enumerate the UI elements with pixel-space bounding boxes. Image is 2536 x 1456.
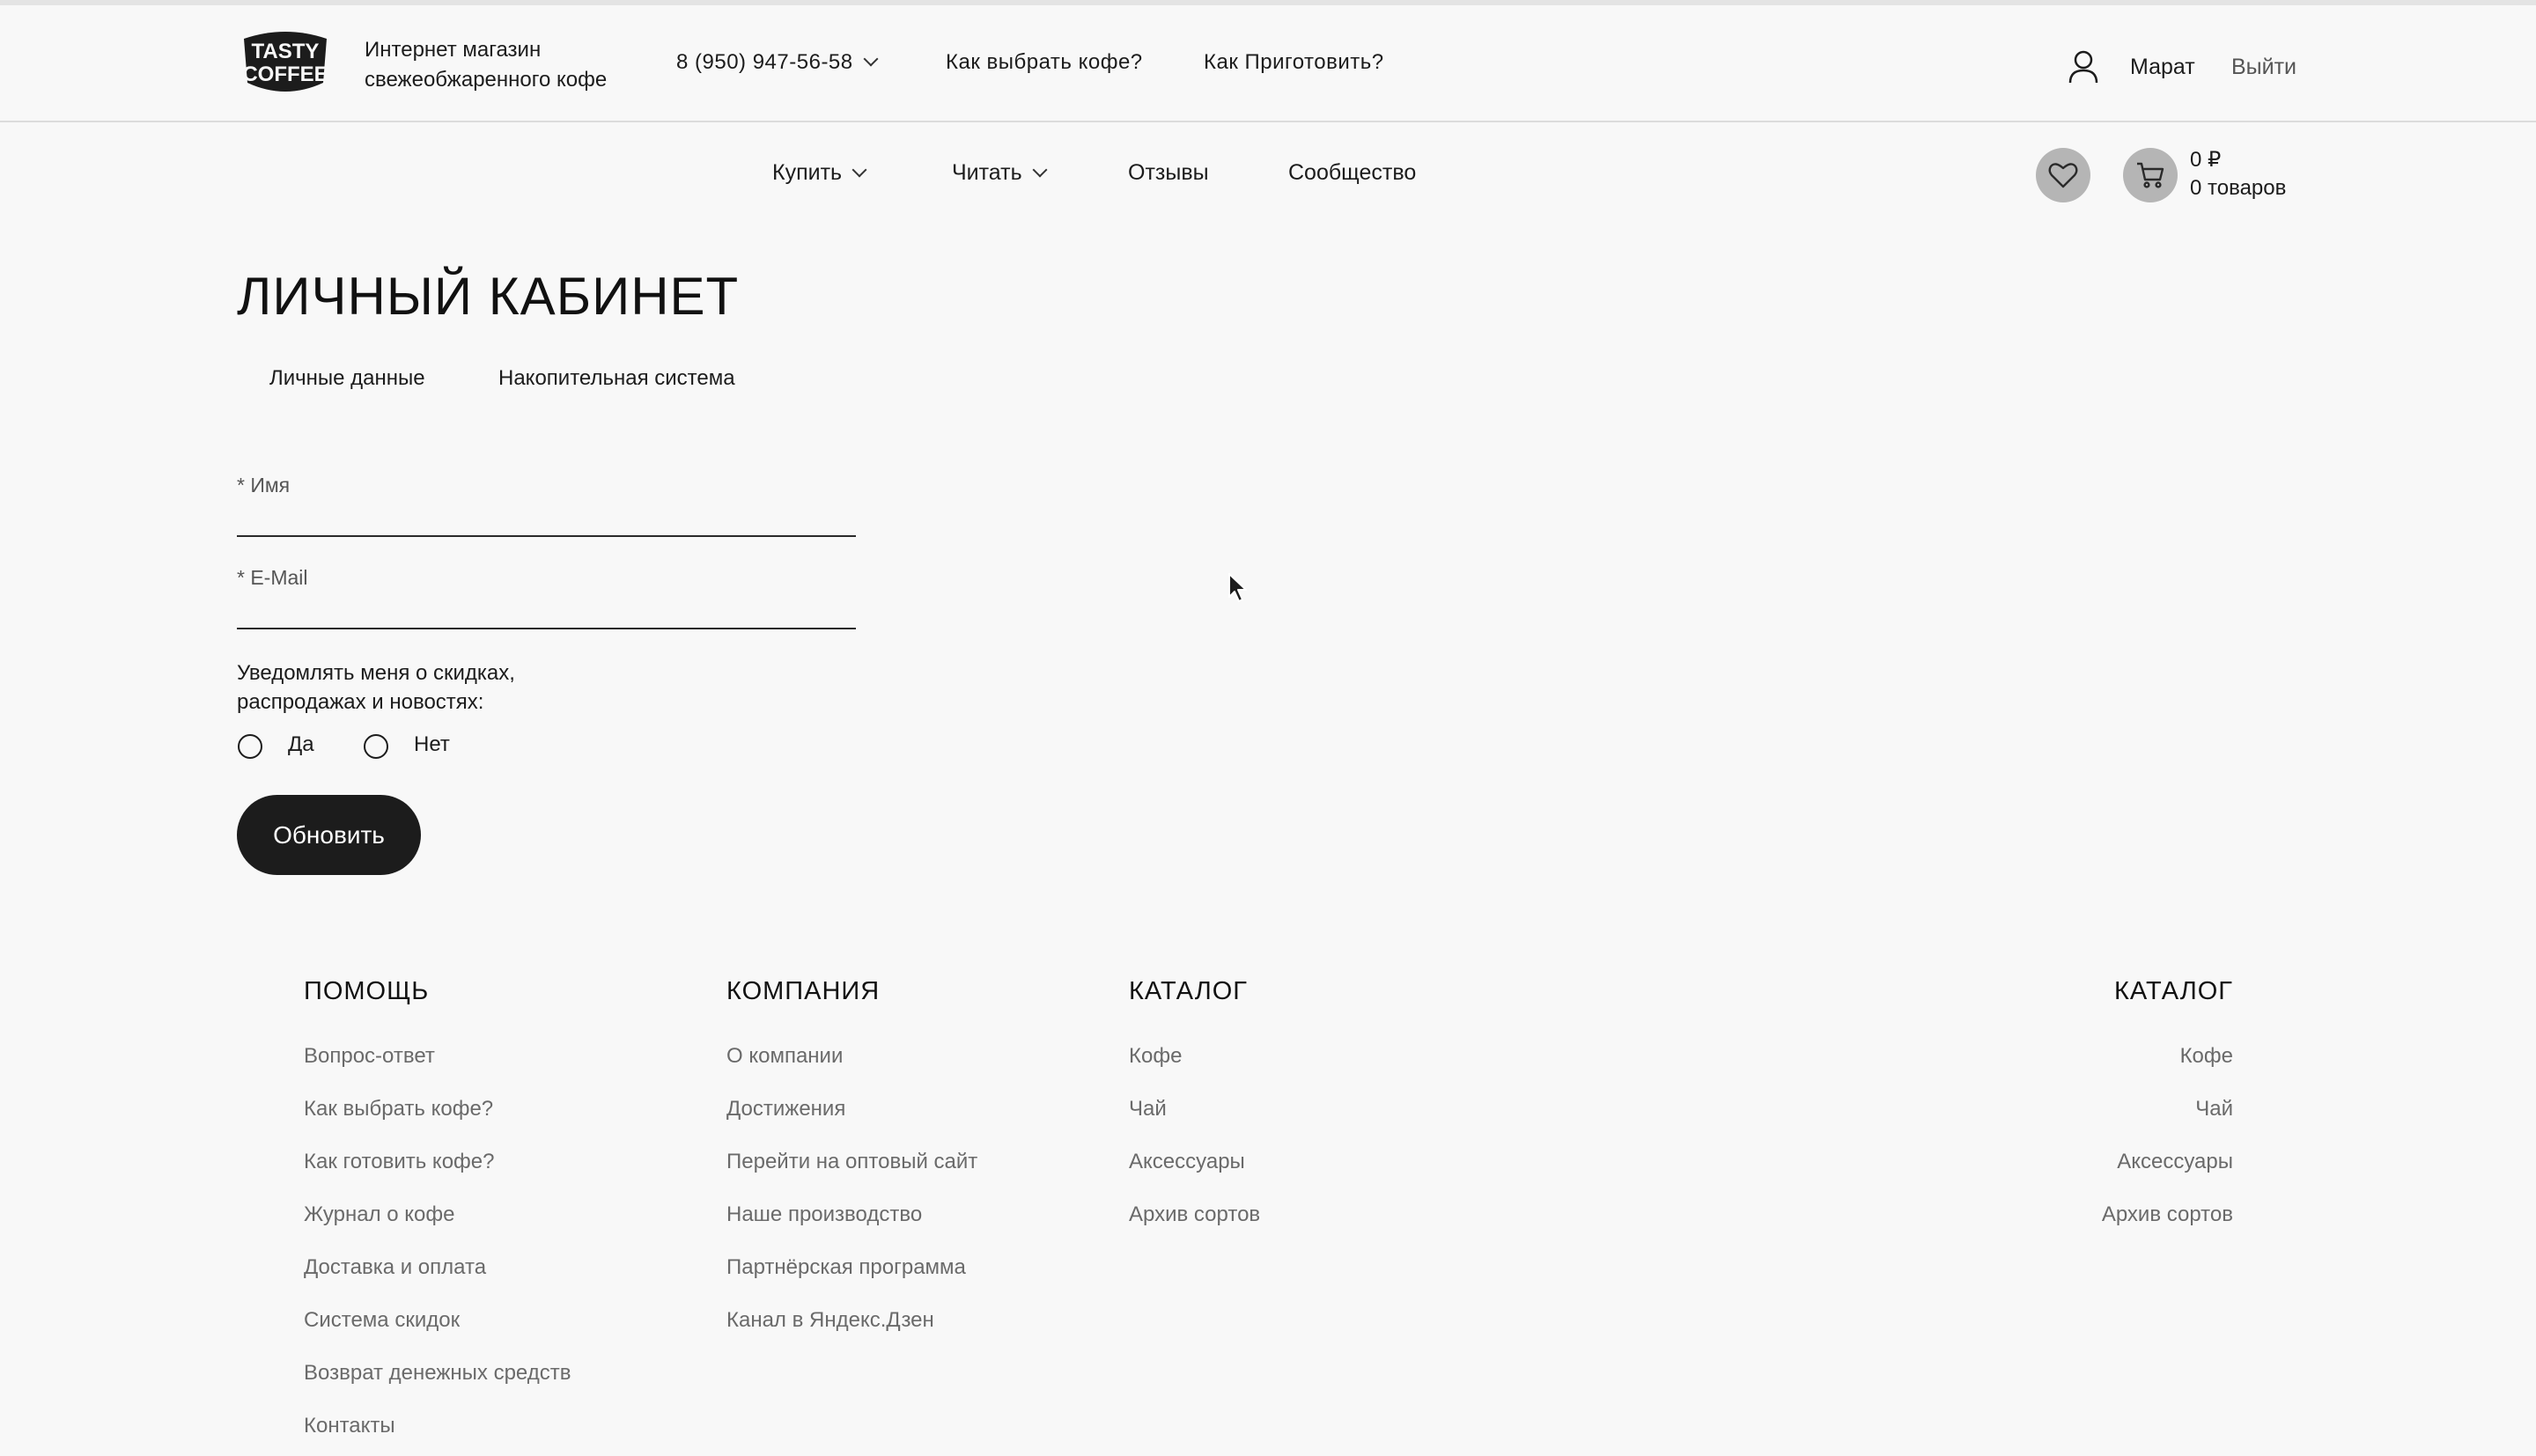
email-field[interactable] [237,592,856,629]
header-divider [0,121,2536,122]
footer-link-tea[interactable]: Чай [1129,1097,1167,1121]
footer-right-link-archive[interactable]: Архив сортов [2102,1202,2233,1227]
favorites-button[interactable] [2036,148,2090,202]
footer-link-archive[interactable]: Архив сортов [1129,1202,1260,1227]
email-label: * E-Mail [237,566,308,589]
svg-text:COFFEE: COFFEE [242,63,328,86]
footer-link-coffee-journal[interactable]: Журнал о кофе [304,1202,454,1227]
notify-no-radio[interactable] [364,734,388,759]
user-icon[interactable] [2068,49,2099,85]
cart-icon [2137,162,2164,188]
footer-link-contacts[interactable]: Контакты [304,1414,395,1438]
notify-label: Уведомлять меня о скидках, распродажах и… [237,661,515,714]
footer-link-achievements[interactable]: Достижения [726,1097,845,1121]
footer-link-coffee[interactable]: Кофе [1129,1044,1182,1069]
footer-right-link-tea[interactable]: Чай [2195,1097,2233,1121]
nav-buy[interactable]: Купить [772,160,867,186]
store-tagline: Интернет магазин свежеобжаренного кофе [365,38,608,92]
logout-link[interactable]: Выйти [2231,55,2296,80]
footer-link-faq[interactable]: Вопрос-ответ [304,1044,435,1069]
chevron-down-icon [851,162,867,178]
name-label: * Имя [237,474,291,496]
choose-coffee-link[interactable]: Как выбрать кофе? [946,50,1143,75]
footer-link-brew-coffee[interactable]: Как готовить кофе? [304,1150,495,1174]
footer-link-about[interactable]: О компании [726,1044,843,1069]
notify-no-label: Нет [414,732,450,756]
svg-text:TASTY: TASTY [252,40,320,63]
cart-button[interactable] [2123,148,2178,202]
tasty-coffee-logo[interactable]: TASTY COFFEE [237,26,334,97]
footer-company-title: КОМПАНИЯ [726,977,881,1005]
footer-right-link-accessories[interactable]: Аксессуары [2117,1150,2233,1174]
how-to-brew-link[interactable]: Как Приготовить? [1204,50,1384,75]
page-title: ЛИЧНЫЙ КАБИНЕТ [237,267,740,326]
footer-link-accessories[interactable]: Аксессуары [1129,1150,1245,1174]
footer-link-zen[interactable]: Канал в Яндекс.Дзен [726,1308,934,1333]
footer-right-link-coffee[interactable]: Кофе [2180,1044,2233,1069]
user-name[interactable]: Марат [2130,55,2195,80]
footer-link-wholesale[interactable]: Перейти на оптовый сайт [726,1150,977,1174]
notify-yes-radio[interactable] [238,734,262,759]
cart-total: 0 ₽ [2190,148,2222,172]
phone-dropdown[interactable]: 8 (950) 947-56-58 [676,50,879,75]
mouse-cursor [1227,572,1250,604]
tab-personal-data[interactable]: Личные данные [269,366,425,391]
chevron-down-icon [863,51,879,67]
footer-link-production[interactable]: Наше производство [726,1202,922,1227]
footer-help-title: ПОМОЩЬ [304,977,430,1005]
cart-count: 0 товаров [2190,176,2287,200]
browser-top-edge [0,0,2536,5]
notify-yes-label: Да [288,732,314,756]
chevron-down-icon [1032,162,1048,178]
footer-link-delivery[interactable]: Доставка и оплата [304,1255,486,1280]
nav-community[interactable]: Сообщество [1288,160,1416,186]
footer-catalog-right-title: КАТАЛОГ [2114,977,2233,1005]
footer-catalog-title: КАТАЛОГ [1129,977,1248,1005]
name-field[interactable] [237,500,856,537]
footer-link-discounts[interactable]: Система скидок [304,1308,460,1333]
footer-link-choose-coffee[interactable]: Как выбрать кофе? [304,1097,493,1121]
footer-link-partners[interactable]: Партнёрская программа [726,1255,966,1280]
nav-reviews[interactable]: Отзывы [1128,160,1209,186]
nav-read[interactable]: Читать [952,160,1048,186]
footer-link-refund[interactable]: Возврат денежных средств [304,1361,571,1386]
tab-loyalty-system[interactable]: Накопительная система [498,366,735,391]
heart-icon [2048,163,2078,188]
cart-summary[interactable]: 0 ₽ 0 товаров [2190,146,2286,202]
update-button[interactable]: Обновить [237,795,421,875]
